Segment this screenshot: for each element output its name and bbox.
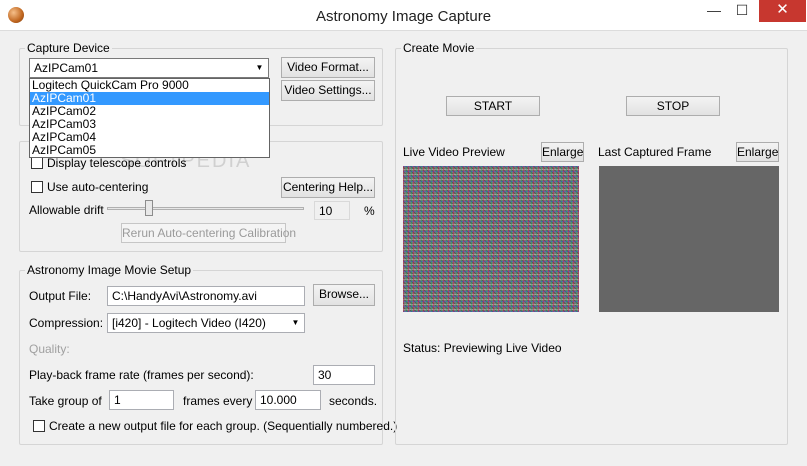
video-settings-button[interactable]: Video Settings... [281, 80, 375, 101]
take-group-label: Take group of [29, 394, 102, 408]
start-button[interactable]: START [446, 96, 540, 116]
display-telescope-controls-checkbox[interactable] [31, 157, 43, 169]
frame-rate-input[interactable]: 30 [313, 365, 375, 385]
drift-unit-label: % [364, 204, 375, 218]
capture-device-select[interactable]: AzIPCam01 ▼ [29, 58, 269, 78]
frame-rate-label: Play-back frame rate (frames per second)… [29, 368, 254, 382]
create-movie-legend: Create Movie [401, 41, 477, 55]
allowable-drift-label: Allowable drift [29, 203, 104, 217]
chevron-down-icon[interactable]: ▼ [287, 314, 304, 332]
seconds-label: seconds. [329, 394, 378, 408]
live-video-preview [403, 166, 579, 312]
compression-label: Compression: [29, 316, 104, 330]
allowable-drift-slider-track[interactable] [107, 207, 304, 210]
auto-centering-label: Use auto-centering [47, 180, 149, 194]
allowable-drift-slider-thumb[interactable] [145, 200, 153, 216]
enlarge-live-button[interactable]: Enlarge [541, 142, 584, 162]
group-size-input[interactable]: 1 [109, 390, 174, 410]
new-file-per-group-label: Create a new output file for each group.… [49, 419, 398, 433]
minimize-button[interactable]: — [700, 0, 728, 22]
maximize-button[interactable]: ☐ [728, 0, 756, 22]
capture-device-selected: AzIPCam01 [34, 61, 99, 75]
status-text: Status: Previewing Live Video [403, 341, 562, 355]
capture-device-dropdown-list: Logitech QuickCam Pro 9000 AzIPCam01 AzI… [29, 78, 270, 158]
auto-centering-checkbox[interactable] [31, 181, 43, 193]
output-file-label: Output File: [29, 289, 92, 303]
live-preview-label: Live Video Preview [403, 145, 505, 159]
stop-button[interactable]: STOP [626, 96, 720, 116]
interval-input[interactable]: 10.000 [255, 390, 321, 410]
last-frame-label: Last Captured Frame [598, 145, 712, 159]
title-bar: Astronomy Image Capture — ☐ ✕ [0, 0, 807, 31]
compression-select[interactable]: [i420] - Logitech Video (I420) ▼ [107, 313, 305, 333]
video-format-button[interactable]: Video Format... [281, 57, 375, 78]
movie-setup-legend: Astronomy Image Movie Setup [25, 263, 194, 277]
centering-help-button[interactable]: Centering Help... [281, 177, 375, 198]
compression-selected: [i420] - Logitech Video (I420) [112, 316, 266, 330]
quality-label: Quality: [29, 342, 70, 356]
new-file-per-group-checkbox[interactable] [33, 420, 45, 432]
frames-every-label: frames every [183, 394, 253, 408]
rerun-calibration-button[interactable]: Rerun Auto-centering Calibration [121, 223, 296, 243]
chevron-down-icon[interactable]: ▼ [251, 59, 268, 77]
allowable-drift-value[interactable]: 10 [314, 201, 350, 220]
dropdown-item[interactable]: AzIPCam05 [30, 144, 269, 157]
browse-button[interactable]: Browse... [313, 284, 375, 306]
last-captured-frame [599, 166, 779, 312]
enlarge-last-button[interactable]: Enlarge [736, 142, 779, 162]
display-telescope-controls-label: Display telescope controls [47, 156, 187, 170]
capture-device-legend: Capture Device [25, 41, 112, 55]
window-title: Astronomy Image Capture [315, 8, 492, 25]
output-file-input[interactable]: C:\HandyAvi\Astronomy.avi [107, 286, 305, 306]
close-button[interactable]: ✕ [759, 0, 806, 22]
